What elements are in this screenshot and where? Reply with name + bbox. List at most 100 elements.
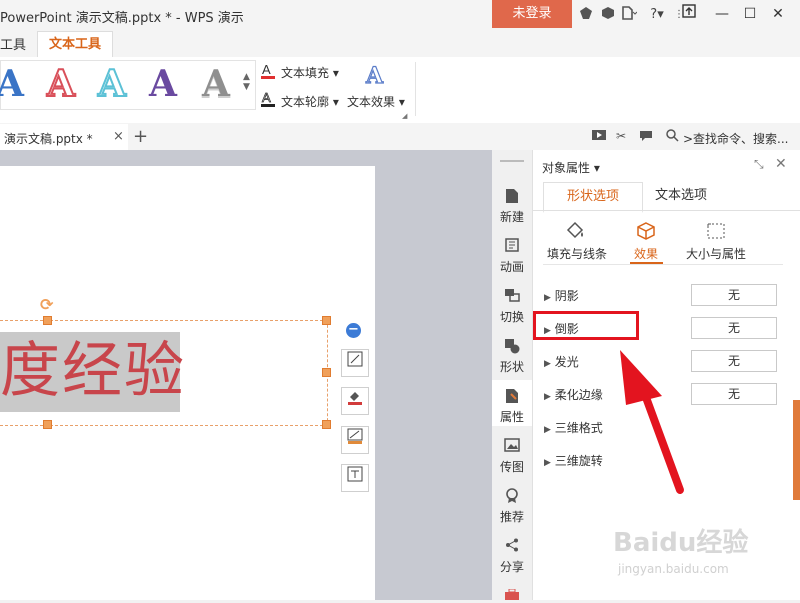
size-box-icon[interactable] xyxy=(706,222,726,243)
3d-format-label: 三维格式 xyxy=(554,421,603,435)
skin-icon[interactable] xyxy=(577,6,595,24)
tab-text-options[interactable]: 文本选项 xyxy=(643,182,719,210)
document-dropdown-icon[interactable] xyxy=(620,6,638,24)
text-outline-button[interactable]: 文本轮廓 ▾ xyxy=(281,93,339,110)
side-item-label: 切换 xyxy=(499,310,524,324)
tab-tools[interactable]: 工具 xyxy=(0,34,26,53)
search-icon[interactable] xyxy=(666,129,679,145)
recommend-icon xyxy=(492,488,532,506)
3d-rotation-row[interactable]: ▶ 三维旋转 xyxy=(544,452,603,469)
subtab-effect[interactable]: 效果 xyxy=(634,245,658,262)
text-effect-icon[interactable]: A xyxy=(364,62,386,90)
help-label: ? xyxy=(650,7,658,22)
side-item-animation[interactable]: 动画 xyxy=(492,238,532,275)
wordart-style-2[interactable]: A xyxy=(43,63,79,105)
edit-shape-icon[interactable] xyxy=(341,349,369,377)
svg-text:A: A xyxy=(262,91,271,105)
side-item-shape[interactable]: 形状 xyxy=(492,338,532,375)
outline-color-icon[interactable] xyxy=(341,426,369,454)
side-item-property[interactable]: 属性 xyxy=(492,388,532,425)
watermark-logo: Baidu经验 xyxy=(613,528,749,558)
toolbox-icon[interactable] xyxy=(504,588,520,603)
cube-icon[interactable] xyxy=(636,221,656,244)
close-tab-icon[interactable]: × xyxy=(113,129,124,144)
text-box-border[interactable] xyxy=(0,320,328,426)
comment-icon[interactable] xyxy=(639,130,653,145)
expand-arrow-icon: ▶ xyxy=(544,359,551,369)
subtab-fill-line[interactable]: 填充与线条 xyxy=(547,245,607,262)
glow-select[interactable]: 无 xyxy=(691,350,777,372)
shadow-label: 阴影 xyxy=(554,289,579,303)
3d-format-row[interactable]: ▶ 三维格式 xyxy=(544,419,603,436)
side-item-new[interactable]: 新建 xyxy=(492,188,532,225)
new-file-icon xyxy=(492,188,532,206)
help-icon[interactable]: ?▾ xyxy=(648,6,666,24)
side-item-recommend[interactable]: 推荐 xyxy=(492,488,532,525)
gallery-expand-icon[interactable]: ▲ ▼ xyxy=(243,72,250,92)
panel-title-dropdown[interactable]: 对象属性 ▾ xyxy=(542,159,600,176)
window-title: PowerPoint 演示文稿.pptx * - WPS 演示 xyxy=(0,11,244,26)
minimize-icon[interactable]: — xyxy=(710,3,734,25)
panel-float-icon[interactable]: ⤡ xyxy=(754,157,764,172)
expand-arrow-icon: ▶ xyxy=(544,425,551,435)
new-tab-icon[interactable]: + xyxy=(133,126,148,147)
fill-color-icon[interactable] xyxy=(341,387,369,415)
restore-window-icon[interactable] xyxy=(677,3,701,25)
text-effect-button[interactable]: 文本效果 ▾ xyxy=(347,93,405,110)
panel-title: 对象属性 xyxy=(542,161,591,175)
collapse-tools-icon[interactable]: − xyxy=(346,323,361,338)
transition-icon xyxy=(492,288,532,306)
panel-close-icon[interactable]: ✕ xyxy=(775,156,787,172)
tools-icon[interactable]: ✂ xyxy=(616,129,626,143)
login-button[interactable]: 未登录 xyxy=(492,0,572,28)
text-fill-icon[interactable]: A xyxy=(261,62,275,82)
ribbon-separator xyxy=(415,62,416,116)
text-outline-label: 文本轮廓 xyxy=(281,95,330,109)
resize-handle-top[interactable] xyxy=(43,316,52,325)
expand-arrow-icon: ▶ xyxy=(544,293,551,303)
glow-row[interactable]: ▶ 发光 xyxy=(544,353,579,370)
side-item-label: 传图 xyxy=(499,460,524,474)
svg-text:A: A xyxy=(365,63,384,87)
side-item-share[interactable]: 分享 xyxy=(492,538,532,575)
reflection-select[interactable]: 无 xyxy=(691,317,777,339)
rotate-handle-icon[interactable]: ⟳ xyxy=(40,295,53,314)
shape-icon xyxy=(492,338,532,356)
document-tab-label: 演示文稿.pptx * xyxy=(4,132,93,146)
panel-scrollbar[interactable] xyxy=(793,400,800,500)
tab-text-tools[interactable]: 文本工具 xyxy=(37,31,113,58)
command-search-input[interactable]: >查找命令、搜索... xyxy=(683,130,789,147)
wordart-style-1[interactable]: A xyxy=(0,64,28,104)
tab-shape-options[interactable]: 形状选项 xyxy=(543,182,643,213)
text-fill-label: 文本填充 xyxy=(281,66,330,80)
wordart-style-3[interactable]: A xyxy=(94,63,130,105)
soft-edges-select[interactable]: 无 xyxy=(691,383,777,405)
shadow-select[interactable]: 无 xyxy=(691,284,777,306)
resize-handle-top-right[interactable] xyxy=(322,316,331,325)
close-window-icon[interactable]: ✕ xyxy=(766,3,790,25)
wordart-style-5[interactable]: A xyxy=(198,64,234,104)
resize-handle-bottom[interactable] xyxy=(43,420,52,429)
subtab-divider xyxy=(543,264,783,265)
side-item-transition[interactable]: 切换 xyxy=(492,288,532,325)
text-outline-icon[interactable]: A xyxy=(261,90,275,110)
property-icon xyxy=(492,388,532,406)
ribbon-dialog-launcher-icon[interactable]: ◢ xyxy=(402,112,407,120)
resize-handle-bottom-right[interactable] xyxy=(322,420,331,429)
panel-tabs-divider xyxy=(533,210,800,211)
fill-bucket-icon[interactable] xyxy=(565,221,587,244)
shadow-row[interactable]: ▶ 阴影 xyxy=(544,287,579,304)
resize-handle-right[interactable] xyxy=(322,368,331,377)
cube-menu-icon[interactable] xyxy=(599,6,617,24)
share-icon xyxy=(492,538,532,556)
play-slideshow-icon[interactable] xyxy=(592,130,606,145)
text-fill-button[interactable]: 文本填充 ▾ xyxy=(281,64,339,81)
side-item-upload-image[interactable]: 传图 xyxy=(492,438,532,475)
3d-rotation-label: 三维旋转 xyxy=(554,454,603,468)
maximize-icon[interactable]: ☐ xyxy=(738,3,762,25)
subtab-size-props[interactable]: 大小与属性 xyxy=(686,245,746,262)
wordart-style-4[interactable]: A xyxy=(145,64,181,104)
text-format-icon[interactable] xyxy=(341,464,369,492)
watermark-url: jingyan.baidu.com xyxy=(618,562,729,576)
soft-edges-row[interactable]: ▶ 柔化边缘 xyxy=(544,386,603,403)
